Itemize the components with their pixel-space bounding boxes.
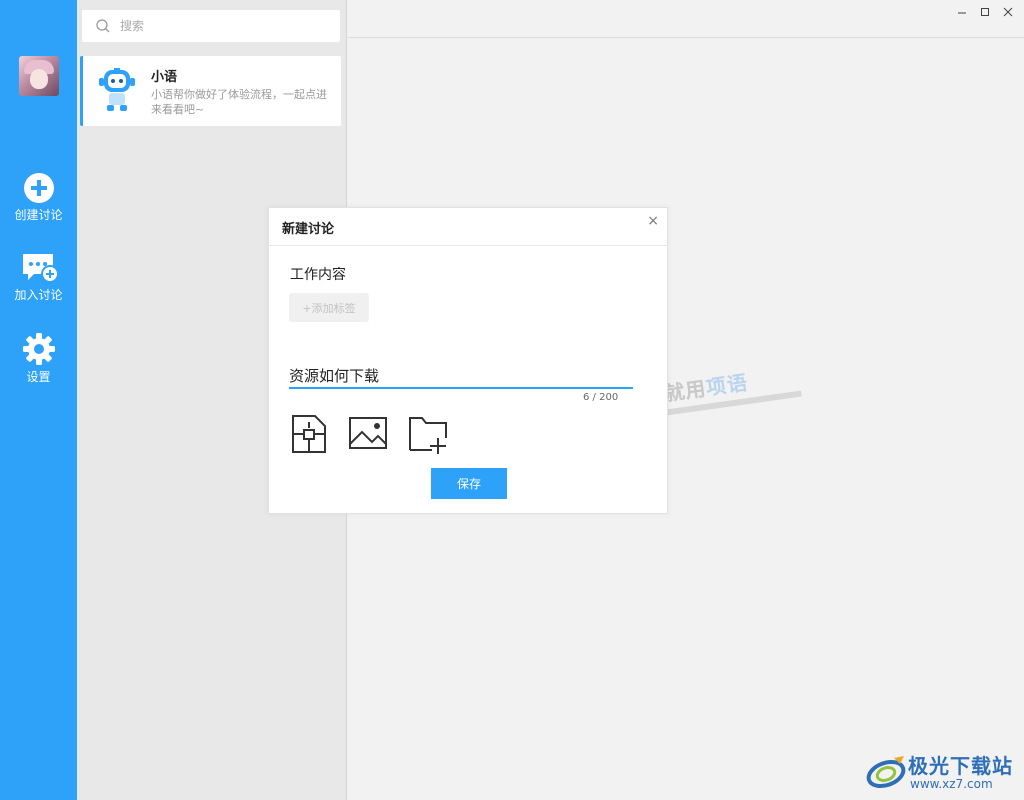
add-tag-button[interactable]: +添加标签: [289, 293, 369, 322]
settings-label: 设置: [26, 370, 51, 384]
minimize-icon: [958, 12, 966, 14]
aurora-logo-icon: [866, 756, 906, 789]
join-discussion-label: 加入讨论: [14, 288, 63, 302]
new-discussion-dialog: 新建讨论 × 工作内容 +添加标签 6 / 200 保存: [268, 207, 668, 514]
minimize-button[interactable]: [951, 4, 973, 22]
create-discussion-button[interactable]: 创建讨论: [0, 172, 77, 223]
image-icon[interactable]: [348, 414, 388, 454]
maximize-icon: [981, 8, 989, 16]
join-discussion-button[interactable]: 加入讨论: [0, 252, 77, 303]
bot-avatar-icon: [99, 68, 135, 111]
site-logo: 极光下载站 www.xz7.com: [862, 748, 1022, 796]
char-count: 6 / 200: [583, 392, 619, 403]
file-icon[interactable]: [289, 414, 329, 454]
gear-icon: [22, 333, 55, 365]
dialog-title: 新建讨论: [282, 222, 335, 237]
create-discussion-label: 创建讨论: [14, 208, 63, 222]
save-button[interactable]: 保存: [431, 468, 507, 499]
search-input[interactable]: [120, 16, 320, 36]
chat-add-icon: [22, 254, 58, 283]
dialog-header: 新建讨论 ×: [269, 208, 667, 246]
close-icon: [1003, 7, 1013, 17]
dialog-close-button[interactable]: ×: [647, 213, 659, 229]
discussion-content-input[interactable]: [289, 364, 633, 389]
settings-button[interactable]: 设置: [0, 332, 77, 385]
watermark-highlight: 项语: [704, 370, 750, 400]
search-box[interactable]: [82, 10, 340, 42]
topic-title[interactable]: 工作内容: [290, 264, 346, 284]
window-titlebar: [348, 0, 1024, 38]
folder-add-icon[interactable]: [408, 414, 448, 454]
maximize-button[interactable]: [974, 4, 996, 22]
watermark-prefix: 就用: [662, 376, 708, 406]
conversation-name: 小语: [151, 70, 178, 85]
close-window-button[interactable]: [997, 4, 1019, 22]
site-logo-name: 极光下载站: [908, 754, 1013, 778]
plus-circle-icon: [23, 173, 54, 203]
search-icon: [96, 19, 110, 33]
conversation-preview: 小语帮你做好了体验流程，一起点进来看看吧~: [151, 88, 327, 116]
sidebar: 创建讨论 加入讨论 设置: [0, 0, 77, 800]
user-avatar[interactable]: [19, 56, 59, 96]
site-logo-url: www.xz7.com: [910, 777, 993, 791]
avatar-face: [30, 69, 48, 89]
conversation-item[interactable]: 小语 小语帮你做好了体验流程，一起点进来看看吧~: [80, 56, 341, 126]
